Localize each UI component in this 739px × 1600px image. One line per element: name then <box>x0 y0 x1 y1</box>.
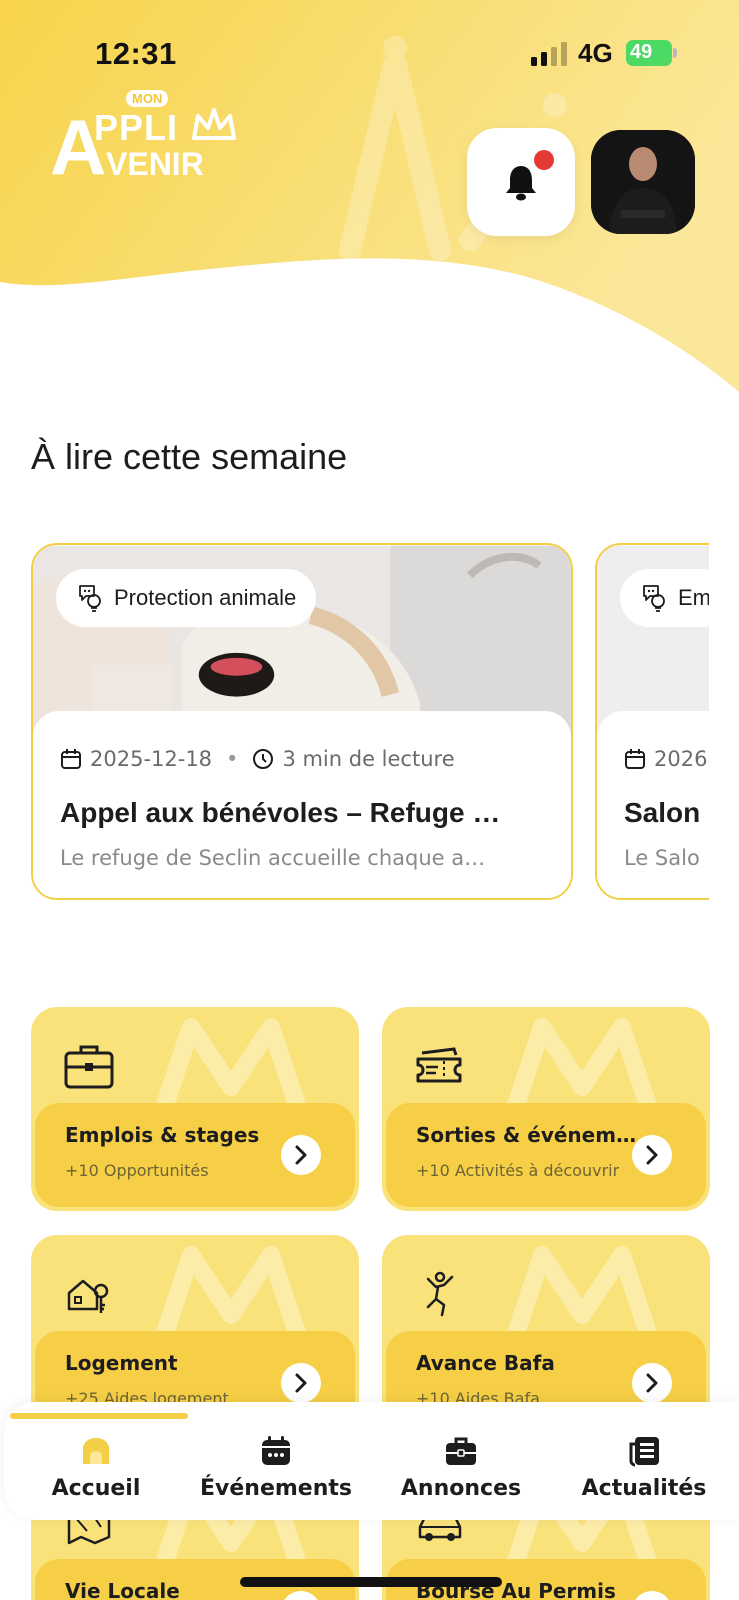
tile-arrow-button[interactable] <box>632 1135 672 1175</box>
calendar-icon <box>262 1436 290 1465</box>
article-category-label: Em <box>678 585 709 610</box>
tile-arrow-button[interactable] <box>281 1135 321 1175</box>
nav-label: Événements <box>200 1476 352 1501</box>
article-card-body: 2026 Salon Le Salo <box>597 711 709 898</box>
tile-title: Logement <box>65 1351 178 1375</box>
home-indicator[interactable] <box>240 1577 502 1587</box>
article-excerpt: Le Salo <box>624 846 700 870</box>
bottom-navigation: Accueil Événements Annonces Actualités <box>4 1402 739 1520</box>
lightbulb-chat-icon <box>643 585 665 612</box>
chevron-right-icon <box>646 1373 658 1393</box>
notifications-button[interactable] <box>467 128 575 236</box>
briefcase-icon <box>64 1045 114 1089</box>
chevron-right-icon <box>295 1373 307 1393</box>
status-time: 12:31 <box>95 36 177 71</box>
battery-level: 49 <box>630 41 653 63</box>
house-key-icon <box>67 1279 109 1313</box>
article-meta: 2025-12-18 • 3 min de lecture <box>60 747 455 771</box>
tile-arrow-button[interactable] <box>281 1363 321 1403</box>
lightbulb-chat-icon <box>79 585 101 612</box>
calendar-icon <box>625 749 645 769</box>
articles-carousel[interactable]: Protection animale 2025-12-18 • 3 min de… <box>31 543 709 903</box>
person-jump-icon <box>426 1271 454 1317</box>
tile-title: Emplois & stages <box>65 1123 260 1147</box>
ticket-icon <box>416 1047 462 1083</box>
category-tile-sorties[interactable]: Sorties & événem… +10 Activités à découv… <box>382 1007 710 1211</box>
article-read-time: 3 min de lecture <box>282 747 455 771</box>
network-type: 4G <box>578 38 613 68</box>
nav-item-accueil[interactable]: Accueil <box>4 1426 188 1506</box>
nav-item-evenements[interactable]: Événements <box>184 1426 368 1506</box>
nav-label: Actualités <box>581 1476 707 1501</box>
home-icon <box>83 1438 109 1464</box>
profile-avatar-button[interactable] <box>591 130 695 234</box>
bell-icon <box>506 166 536 201</box>
article-category-tag: Protection animale <box>56 569 317 627</box>
tile-title: Vie Locale <box>65 1579 180 1600</box>
avatar-image <box>591 130 695 234</box>
tile-arrow-button[interactable] <box>281 1591 321 1600</box>
article-category-tag: Em <box>620 569 709 627</box>
category-tile-emplois[interactable]: Emplois & stages +10 Opportunités <box>31 1007 359 1211</box>
article-title: Appel aux bénévoles – Refuge … <box>60 797 501 828</box>
chevron-right-icon <box>646 1145 658 1165</box>
nav-label: Accueil <box>51 1476 141 1501</box>
tile-subtitle: +10 Activités à découvrir <box>416 1161 620 1180</box>
logo-appli: PPLI <box>94 107 179 148</box>
logo-mon: MON <box>126 90 169 107</box>
article-excerpt: Le refuge de Seclin accueille chaque a… <box>60 846 486 870</box>
article-category-label: Protection animale <box>114 585 297 610</box>
nav-item-actualites[interactable]: Actualités <box>552 1426 736 1506</box>
tile-panel: Emplois & stages +10 Opportunités <box>35 1103 355 1207</box>
article-title: Salon <box>624 797 701 828</box>
tile-panel: Sorties & événem… +10 Activités à découv… <box>386 1103 706 1207</box>
battery-icon: 49 <box>626 40 678 66</box>
notification-badge <box>534 150 554 170</box>
article-card[interactable]: Protection animale 2025-12-18 • 3 min de… <box>31 543 573 900</box>
clock-icon <box>253 749 274 769</box>
chevron-right-icon <box>295 1145 307 1165</box>
logo-venir: VENIR <box>106 146 204 182</box>
article-card[interactable]: Em 2026 Salon Le Salo <box>595 543 709 900</box>
tile-arrow-button[interactable] <box>632 1591 672 1600</box>
tile-title: Avance Bafa <box>416 1351 555 1375</box>
nav-label: Annonces <box>400 1476 522 1501</box>
briefcase-icon <box>446 1437 476 1465</box>
article-date: 2026 <box>654 747 708 771</box>
calendar-icon <box>61 749 81 769</box>
tile-subtitle: +10 Opportunités <box>65 1161 209 1180</box>
article-meta: 2026 <box>624 747 707 771</box>
nav-item-annonces[interactable]: Annonces <box>369 1426 553 1506</box>
tile-arrow-button[interactable] <box>632 1363 672 1403</box>
meta-separator: • <box>226 747 239 771</box>
article-card-body: 2025-12-18 • 3 min de lecture Appel aux … <box>33 711 571 898</box>
article-date: 2025-12-18 <box>90 747 213 771</box>
status-bar: 12:31 4G 49 <box>0 30 739 80</box>
crown-icon <box>192 108 236 140</box>
section-title: À lire cette semaine <box>31 436 348 477</box>
tile-title: Sorties & événem… <box>416 1123 637 1147</box>
signal-icon <box>531 42 567 66</box>
active-tab-indicator <box>10 1413 188 1419</box>
app-logo: MON A PPLI VENIR <box>50 90 240 190</box>
newspaper-icon <box>629 1437 659 1467</box>
